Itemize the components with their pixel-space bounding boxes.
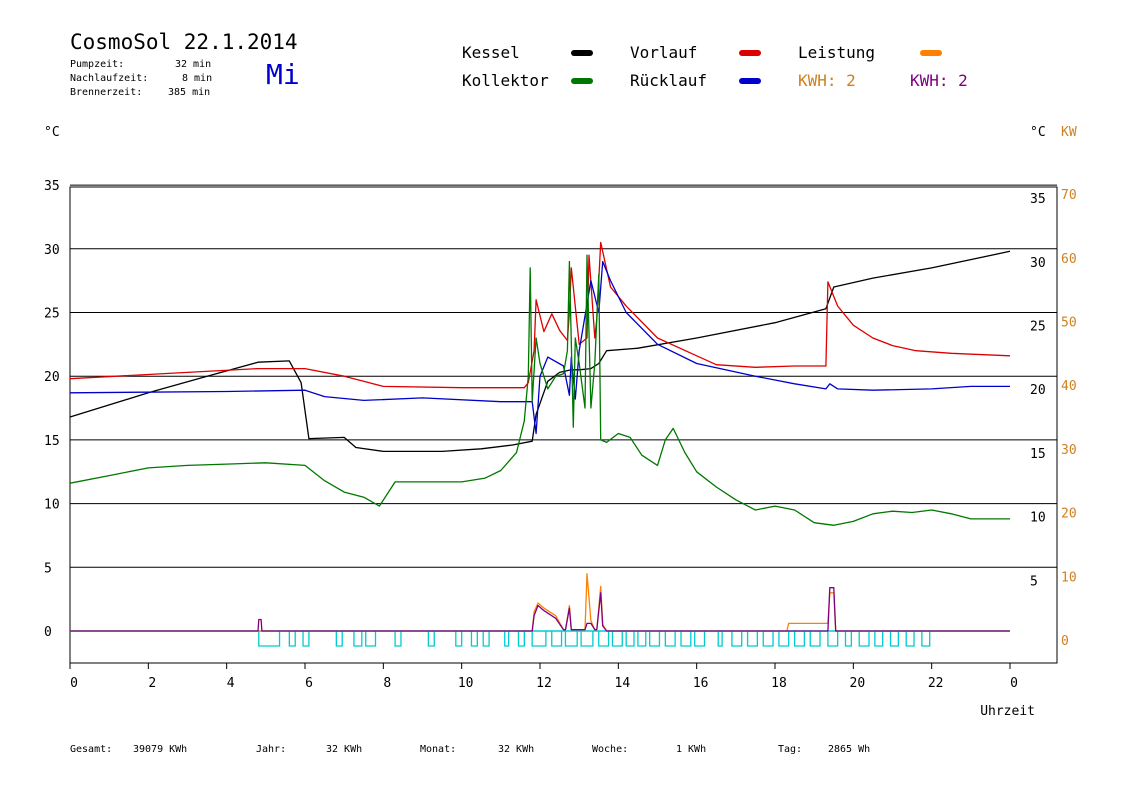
x-tick-label: 4 — [227, 676, 235, 691]
y-tick-label-right: 25 — [1030, 320, 1046, 335]
pump-run-marker — [482, 631, 490, 647]
footer-tag-value: 2865 Wh — [828, 744, 871, 755]
pump-run-marker — [504, 631, 510, 647]
pump-run-marker — [905, 631, 915, 647]
pump-run-marker — [598, 631, 610, 647]
footer-monat-value: 32 KWh — [498, 744, 535, 755]
pump-run-marker — [809, 631, 821, 647]
pump-run-marker — [637, 631, 647, 647]
pump-run-marker — [470, 631, 478, 647]
pump-run-marker — [844, 631, 853, 647]
y-tick-label-left: 35 — [44, 179, 60, 194]
footer-monat-label: Monat: — [420, 744, 457, 755]
footer-gesamt-label: Gesamt: — [70, 744, 113, 755]
y2-tick-label: 20 — [1061, 507, 1077, 522]
pump-run-marker — [625, 631, 635, 647]
pump-run-marker — [531, 631, 547, 647]
series-line-kwh — [70, 587, 1010, 632]
footer-jahr-label: Jahr: — [256, 744, 287, 755]
pump-run-marker — [921, 631, 931, 647]
x-tick-label: 6 — [305, 676, 313, 691]
pump-run-marker — [517, 631, 525, 647]
y-tick-label-right: 5 — [1030, 574, 1038, 589]
pump-run-marker — [680, 631, 692, 647]
series-line-kessel — [69, 250, 1011, 453]
pump-run-marker — [427, 631, 435, 647]
series-line-leistung — [70, 573, 1010, 632]
series-line-ruecklauf — [69, 260, 1010, 435]
pump-run-marker — [717, 631, 723, 647]
x-tick-label: 16 — [693, 676, 709, 691]
pump-run-marker — [353, 631, 363, 647]
x-axis-label: Uhrzeit — [980, 704, 1035, 719]
series-line-vorlauf — [69, 241, 1011, 389]
pump-run-marker — [664, 631, 676, 647]
x-tick-label: 14 — [615, 676, 631, 691]
pump-run-marker — [889, 631, 900, 647]
pump-run-marker — [258, 631, 281, 647]
pump-run-marker — [694, 631, 706, 647]
y-tick-label-left: 20 — [44, 370, 60, 385]
pump-run-marker — [302, 631, 310, 647]
pump-run-marker — [611, 631, 623, 647]
footer-woche-label: Woche: — [592, 744, 629, 755]
y-tick-label-right: 15 — [1030, 447, 1046, 462]
x-tick-label: 22 — [928, 676, 944, 691]
pump-run-marker — [394, 631, 402, 647]
pump-run-marker — [874, 631, 884, 647]
x-tick-label: 12 — [536, 676, 552, 691]
footer-tag-label: Tag: — [778, 744, 803, 755]
y2-tick-label: 40 — [1061, 379, 1077, 394]
x-tick-label: 10 — [458, 676, 474, 691]
y2-tick-label: 70 — [1061, 188, 1077, 203]
pump-run-marker — [793, 631, 806, 647]
pump-run-marker — [778, 631, 790, 647]
y-tick-label-right: 20 — [1030, 383, 1046, 398]
pump-run-marker — [827, 631, 839, 647]
y-tick-label-left: 30 — [44, 243, 60, 258]
x-tick-label: 0 — [1010, 676, 1018, 691]
temperature-chart: 0510152025303551015202530350102030405060… — [44, 125, 1077, 719]
y-tick-label-right: 10 — [1030, 511, 1046, 526]
footer-jahr-value: 32 KWh — [326, 744, 363, 755]
y-tick-label-right: 30 — [1030, 256, 1046, 271]
y-tick-label-left: 25 — [44, 307, 60, 322]
y-tick-label-left: 10 — [44, 498, 60, 513]
y2-tick-label: 50 — [1061, 316, 1077, 331]
pump-run-marker — [335, 631, 343, 647]
pump-run-marker — [288, 631, 296, 647]
x-tick-label: 8 — [383, 676, 391, 691]
pump-run-marker — [731, 631, 743, 647]
y2-tick-label: 60 — [1061, 252, 1077, 267]
y-tick-label-right: 35 — [1030, 192, 1046, 207]
pump-run-marker — [746, 631, 759, 647]
y-tick-label-left: 0 — [44, 625, 52, 640]
footer-gesamt-value: 39079 KWh — [133, 744, 188, 755]
x-tick-label: 2 — [148, 676, 156, 691]
x-tick-label: 0 — [70, 676, 78, 691]
pump-run-marker — [551, 631, 563, 647]
x-tick-label: 20 — [850, 676, 866, 691]
pump-run-marker — [564, 631, 578, 647]
y-tick-label-left: 5 — [44, 561, 52, 576]
pump-run-marker — [858, 631, 870, 647]
pump-run-marker — [649, 631, 661, 647]
y2-tick-label: 10 — [1061, 570, 1077, 585]
y-axis-unit-left: °C — [44, 125, 60, 140]
y-axis-unit-right: °C — [1030, 125, 1046, 140]
pump-run-marker — [455, 631, 463, 647]
y2-tick-label: 0 — [1061, 634, 1069, 649]
pump-run-marker — [762, 631, 774, 647]
pump-run-marker — [365, 631, 377, 647]
y-tick-label-left: 15 — [44, 434, 60, 449]
footer-woche-value: 1 KWh — [676, 744, 707, 755]
y2-axis-unit: KW — [1061, 125, 1077, 140]
plot-frame — [69, 186, 1058, 664]
x-tick-label: 18 — [771, 676, 787, 691]
y2-tick-label: 30 — [1061, 443, 1077, 458]
pump-run-marker — [580, 631, 594, 647]
